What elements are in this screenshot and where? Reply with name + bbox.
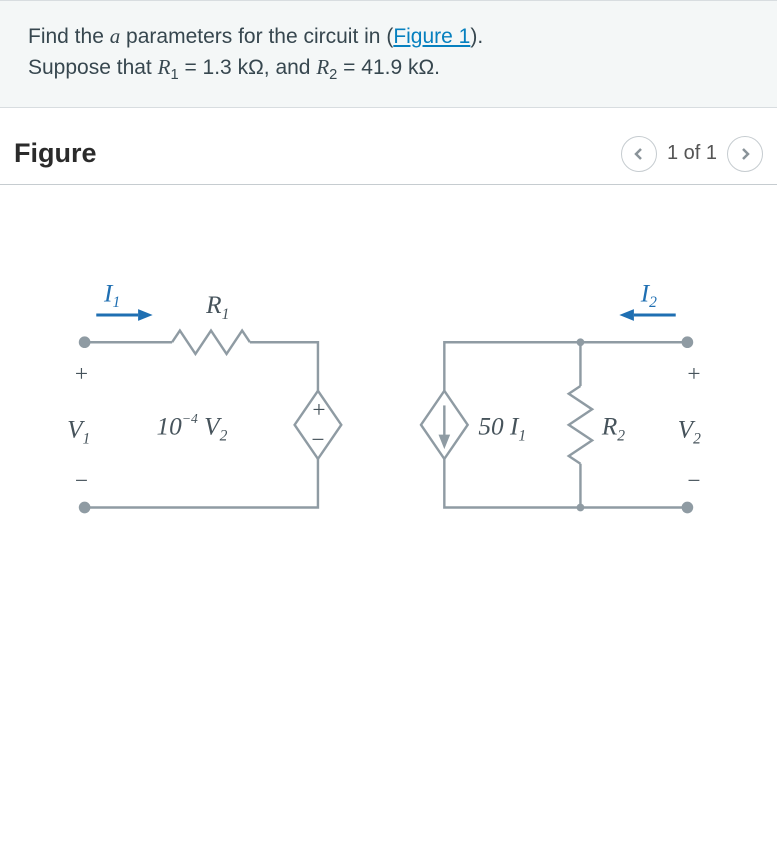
prompt-text: Suppose that (28, 56, 158, 79)
pager-label: 1 of 1 (667, 142, 717, 165)
node (577, 504, 585, 512)
vccs-label: 10−4 V2 (157, 411, 228, 445)
pager-next-button[interactable] (727, 136, 763, 172)
port1-bottom-terminal (79, 502, 91, 514)
v2-minus: − (687, 468, 700, 494)
i1-arrowhead (138, 309, 153, 321)
figure-title: Figure (14, 138, 97, 169)
pager-prev-button[interactable] (621, 136, 657, 172)
chevron-right-icon (739, 148, 751, 160)
circuit-svg: + − I1 R1 + V1 − 10−4 V2 (36, 245, 736, 595)
and-text: , and (264, 56, 317, 79)
port2-bottom-terminal (682, 502, 694, 514)
v1-plus: + (75, 361, 88, 387)
circuit-figure: + − I1 R1 + V1 − 10−4 V2 (0, 185, 777, 640)
r1-symbol: R (158, 55, 171, 79)
port2-top-terminal (682, 336, 694, 348)
vccs-minus: − (311, 427, 324, 453)
cccs-label: 50 I1 (478, 413, 526, 445)
node (577, 338, 585, 346)
figure-link[interactable]: Figure 1 (393, 25, 470, 48)
v2-plus: + (687, 361, 700, 387)
period: . (434, 56, 440, 79)
wire (444, 459, 687, 508)
figure-header: Figure 1 of 1 (0, 108, 777, 185)
r2-symbol: R (316, 55, 329, 79)
parameter-letter: a (110, 24, 121, 48)
prompt-text: ). (470, 25, 483, 48)
wire (250, 342, 318, 391)
figure-pager: 1 of 1 (621, 136, 763, 172)
v2-label: V2 (678, 415, 701, 447)
i2-arrowhead (619, 309, 634, 321)
r1-label: R1 (205, 291, 229, 323)
r2-value: 41.9 kΩ (361, 56, 434, 79)
vccs-plus: + (312, 397, 325, 423)
equals: = (337, 56, 361, 79)
r1-subscript: 1 (170, 68, 178, 84)
prompt-text: Find the (28, 25, 110, 48)
prompt-text: parameters for the circuit in ( (120, 25, 393, 48)
problem-prompt: Find the a parameters for the circuit in… (0, 0, 777, 108)
cccs-arrowhead (439, 435, 451, 450)
i2-label: I2 (640, 279, 657, 311)
chevron-left-icon (633, 148, 645, 160)
v1-minus: − (75, 468, 88, 494)
i1-label: I1 (103, 279, 120, 311)
v1-label: V1 (67, 415, 90, 447)
equals: = (179, 56, 203, 79)
r2-label: R2 (601, 413, 625, 445)
resistor-r1 (172, 330, 250, 353)
wire (85, 459, 318, 508)
resistor-r2 (569, 386, 592, 464)
wire (444, 342, 687, 391)
r1-value: 1.3 kΩ (203, 56, 264, 79)
